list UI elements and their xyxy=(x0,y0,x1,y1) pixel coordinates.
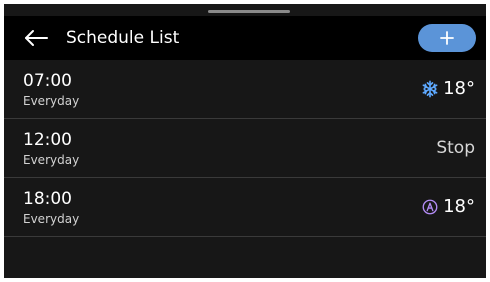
header-bar: Schedule List xyxy=(4,16,486,60)
back-button[interactable] xyxy=(20,26,52,50)
top-handle xyxy=(208,10,290,13)
schedule-status: Stop xyxy=(436,137,475,159)
add-schedule-button[interactable] xyxy=(418,24,476,52)
auto-mode-icon xyxy=(422,199,438,215)
target-temperature: 18° xyxy=(443,196,475,217)
schedule-row-1800[interactable]: 18:00 Everyday 18° xyxy=(4,178,486,237)
plus-icon xyxy=(440,31,454,45)
schedule-time: 12:00 xyxy=(23,130,72,150)
schedule-time: 18:00 xyxy=(23,189,72,209)
schedule-repeat: Everyday xyxy=(23,153,80,167)
schedule-list: 07:00 Everyday 18° 12:00 Everyday Stop 1… xyxy=(4,60,486,237)
schedule-mode: 18° xyxy=(421,78,475,100)
schedule-list-screen: Schedule List 07:00 Everyday 18° 12:00 E… xyxy=(4,4,486,278)
page-title: Schedule List xyxy=(66,28,180,48)
snowflake-icon xyxy=(422,80,438,98)
target-temperature: 18° xyxy=(443,78,475,99)
schedule-row-1200[interactable]: 12:00 Everyday Stop xyxy=(4,119,486,178)
stop-label: Stop xyxy=(436,138,475,158)
schedule-repeat: Everyday xyxy=(23,94,80,108)
schedule-repeat: Everyday xyxy=(23,212,80,226)
schedule-row-0700[interactable]: 07:00 Everyday 18° xyxy=(4,60,486,119)
schedule-time: 07:00 xyxy=(23,71,72,91)
arrow-left-icon xyxy=(25,30,48,46)
schedule-mode: 18° xyxy=(421,196,475,218)
